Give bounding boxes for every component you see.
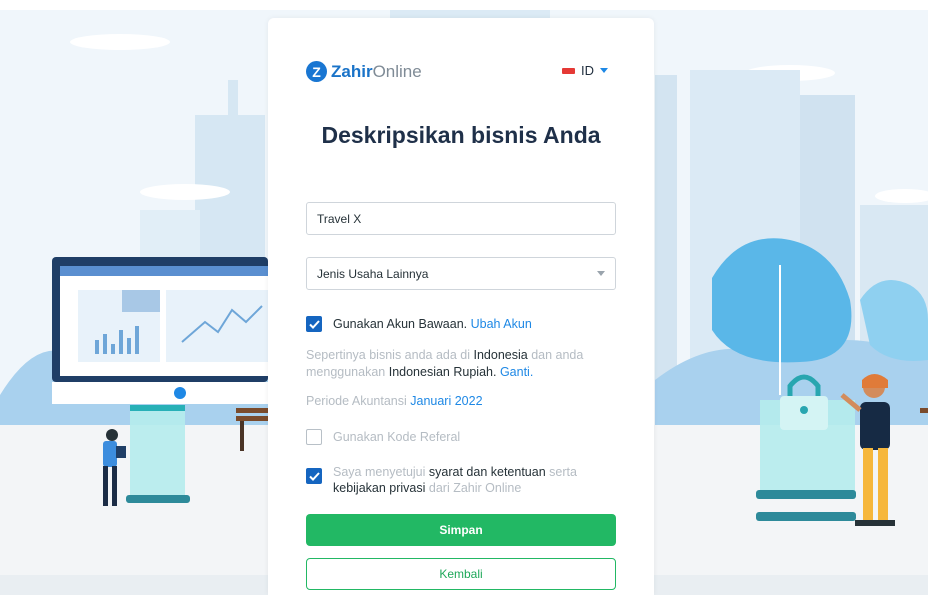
change-account-link[interactable]: Ubah Akun: [471, 317, 532, 331]
default-account-label: Gunakan Akun Bawaan.: [333, 317, 468, 331]
setup-card: Z ZahirOnline ID Deskripsikan bisnis And…: [268, 18, 654, 595]
business-name-input[interactable]: Travel X: [306, 202, 616, 235]
referral-row: Gunakan Kode Referal: [306, 429, 460, 445]
terms-link[interactable]: syarat dan ketentuan: [429, 465, 546, 479]
brand-name-bold: Zahir: [331, 61, 373, 81]
default-account-checkbox[interactable]: [306, 316, 322, 332]
agreement-checkbox[interactable]: [306, 468, 322, 484]
country-value: Indonesia: [473, 348, 528, 362]
chevron-down-icon: [597, 271, 605, 276]
save-button[interactable]: Simpan: [306, 514, 616, 546]
change-currency-link[interactable]: Ganti.: [500, 365, 533, 379]
page-title: Deskripsikan bisnis Anda: [321, 122, 601, 148]
cloud: [70, 34, 170, 50]
accounting-period-label: Periode Akuntansi: [306, 394, 407, 408]
default-account-row: Gunakan Akun Bawaan. Ubah Akun: [306, 316, 532, 332]
indonesia-flag-icon: [562, 67, 575, 74]
checkmark-icon: [308, 471, 320, 481]
referral-label: Gunakan Kode Referal: [333, 430, 461, 444]
brand-logo: Z ZahirOnline: [306, 61, 422, 82]
referral-checkbox[interactable]: [306, 429, 322, 445]
location-note: Sepertinya bisnis anda ada di Indonesia …: [306, 348, 584, 379]
back-button[interactable]: Kembali: [306, 558, 616, 590]
zahir-logo-icon: Z: [306, 61, 327, 82]
business-type-select[interactable]: Jenis Usaha Lainnya: [306, 257, 616, 290]
checkmark-icon: [308, 319, 320, 329]
accounting-period-link[interactable]: Januari 2022: [410, 394, 482, 408]
agreement-row: Saya menyetujui syarat dan ketentuan ser…: [306, 464, 618, 496]
business-type-value: Jenis Usaha Lainnya: [317, 266, 429, 281]
currency-value: Indonesian Rupiah.: [388, 365, 497, 379]
language-selector[interactable]: ID: [562, 63, 608, 78]
accounting-period: Periode Akuntansi Januari 2022: [306, 393, 626, 410]
language-code: ID: [581, 63, 594, 78]
brand-name-light: Online: [372, 61, 422, 81]
privacy-link[interactable]: kebijakan privasi: [333, 481, 425, 495]
caret-down-icon: [600, 68, 608, 73]
business-name-value: Travel X: [317, 211, 362, 226]
